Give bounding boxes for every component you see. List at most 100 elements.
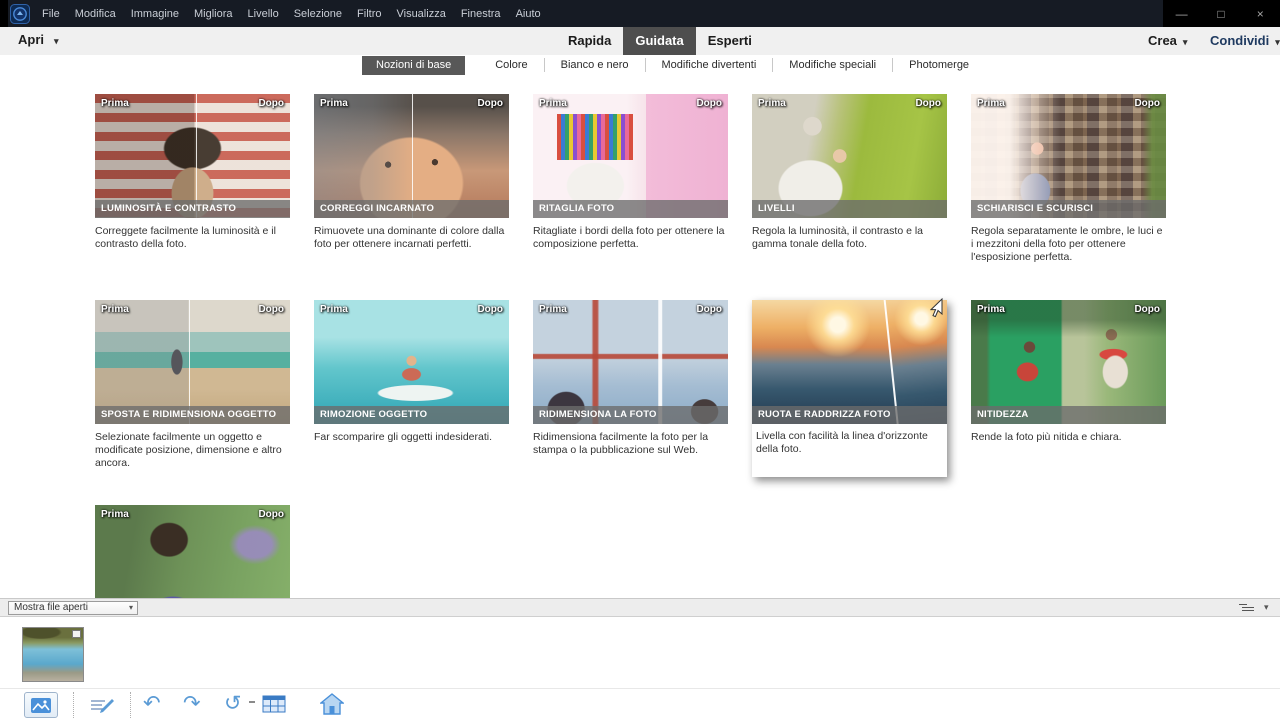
- home-icon: [320, 693, 344, 715]
- card-correggi-incarnato[interactable]: Prima Dopo CORREGGI INCARNATO Rimuovete …: [314, 94, 509, 251]
- guided-category-tabs: Nozioni di base Colore Bianco e nero Mod…: [362, 55, 985, 75]
- tab-esperti[interactable]: Esperti: [696, 27, 764, 55]
- open-file-thumbnail[interactable]: [22, 627, 84, 682]
- toolbar-separator: [73, 692, 74, 718]
- card-title: RIDIMENSIONA LA FOTO: [533, 406, 728, 424]
- menu-modifica[interactable]: Modifica: [75, 8, 116, 20]
- menu-migliora[interactable]: Migliora: [194, 8, 233, 20]
- chevron-down-icon[interactable]: ▾: [1264, 602, 1269, 613]
- card-luminosita-e-contrasto[interactable]: Prima Dopo LUMINOSITÀ E CONTRASTO Correg…: [95, 94, 290, 251]
- menu-items: File Modifica Immagine Migliora Livello …: [42, 8, 541, 20]
- card-thumbnail: Prima Dopo RIDIMENSIONA LA FOTO: [533, 300, 728, 424]
- after-label: Dopo: [1134, 304, 1160, 315]
- after-label: Dopo: [258, 509, 284, 520]
- create-label: Crea: [1148, 33, 1177, 48]
- bin-options-icon[interactable]: [1239, 604, 1254, 613]
- card-description: Regola la luminosità, il contrasto e la …: [752, 225, 924, 250]
- subtab-modifiche-speciali[interactable]: Modifiche speciali: [772, 58, 892, 72]
- tab-guidata[interactable]: Guidata: [623, 27, 696, 55]
- undo-button[interactable]: ↶: [143, 693, 161, 714]
- chevron-down-icon: ▾: [128, 603, 133, 612]
- home-button[interactable]: [320, 693, 344, 715]
- menu-visualizza[interactable]: Visualizza: [396, 8, 445, 20]
- rotate-dropdown-icon[interactable]: [249, 701, 255, 703]
- organizer-button[interactable]: [262, 695, 286, 713]
- menu-aiuto[interactable]: Aiuto: [516, 8, 541, 20]
- card-thumbnail: Prima Dopo LIVELLI: [752, 94, 947, 218]
- tab-rapida[interactable]: Rapida: [556, 27, 623, 55]
- create-button[interactable]: Crea ▾: [1148, 33, 1187, 48]
- card-thumbnail: Prima Dopo SCHIARISCI E SCURISCI: [971, 94, 1166, 218]
- card-livelli[interactable]: Prima Dopo LIVELLI Regola la luminosità,…: [752, 94, 947, 251]
- card-description: Correggete facilmente la luminosità e il…: [95, 225, 276, 250]
- card-nitidezza[interactable]: Prima Dopo NITIDEZZA Rende la foto più n…: [971, 300, 1166, 444]
- card-title: CORREGGI INCARNATO: [314, 200, 509, 218]
- menu-file[interactable]: File: [42, 8, 60, 20]
- card-title: SPOSTA E RIDIMENSIONA OGGETTO: [95, 406, 290, 424]
- subtab-nozioni-di-base[interactable]: Nozioni di base: [362, 55, 466, 75]
- card-title: SCHIARISCI E SCURISCI: [971, 200, 1166, 218]
- redo-icon: ↷: [183, 692, 201, 715]
- card-title: RUOTA E RADDRIZZA FOTO: [752, 406, 947, 424]
- card-description: Selezionate facilmente un oggetto e modi…: [95, 431, 282, 469]
- menu-livello[interactable]: Livello: [248, 8, 279, 20]
- card-ruota-e-raddrizza-foto[interactable]: RUOTA E RADDRIZZA FOTO Livella con facil…: [752, 300, 947, 477]
- organizer-icon: [262, 695, 286, 713]
- card-ridimensiona-la-foto[interactable]: Prima Dopo RIDIMENSIONA LA FOTO Ridimens…: [533, 300, 728, 457]
- card-ritaglia-foto[interactable]: Prima Dopo RITAGLIA FOTO Ritagliate i bo…: [533, 94, 728, 251]
- menu-filtro[interactable]: Filtro: [357, 8, 381, 20]
- photo-bin-icon: [31, 697, 51, 713]
- subtab-photomerge[interactable]: Photomerge: [892, 58, 985, 72]
- share-label: Condividi: [1210, 33, 1270, 48]
- top-tab-bar: Apri ▾ Rapida Guidata Esperti Crea ▾ Condi…: [0, 27, 1280, 55]
- minimize-button[interactable]: —: [1167, 7, 1197, 21]
- menu-immagine[interactable]: Immagine: [131, 8, 179, 20]
- redo-button[interactable]: ↷: [183, 693, 201, 714]
- after-label: Dopo: [477, 98, 503, 109]
- menu-selezione[interactable]: Selezione: [294, 8, 342, 20]
- bottom-toolbar: ↶ ↷ ↺: [0, 688, 1280, 720]
- card-title: LIVELLI: [752, 200, 947, 218]
- chevron-down-icon: ▾: [54, 36, 59, 46]
- card-thumbnail: Prima Dopo CORREGGI INCARNATO: [314, 94, 509, 218]
- card-title: RIMOZIONE OGGETTO: [314, 406, 509, 424]
- card-description: Far scomparire gli oggetti indesiderati.: [314, 431, 492, 443]
- maximize-button[interactable]: □: [1206, 7, 1236, 21]
- subtab-bianco-e-nero[interactable]: Bianco e nero: [543, 58, 645, 72]
- card-schiarisci-e-scurisci[interactable]: Prima Dopo SCHIARISCI E SCURISCI Regola …: [971, 94, 1166, 264]
- card-rimozione-oggetto[interactable]: Prima Dopo RIMOZIONE OGGETTO Far scompar…: [314, 300, 509, 444]
- card-title: RITAGLIA FOTO: [533, 200, 728, 218]
- before-label: Prima: [101, 509, 129, 520]
- menu-finestra[interactable]: Finestra: [461, 8, 501, 20]
- before-label: Prima: [539, 98, 567, 109]
- open-button[interactable]: Apri ▾: [18, 32, 59, 47]
- dropdown-label: Mostra file aperti: [14, 602, 88, 613]
- card-thumbnail: Prima Dopo RIMOZIONE OGGETTO: [314, 300, 509, 424]
- toolbar-separator: [130, 692, 131, 718]
- rotate-button[interactable]: ↺: [224, 693, 242, 714]
- after-label: Dopo: [696, 98, 722, 109]
- subtab-colore[interactable]: Colore: [479, 58, 543, 72]
- mode-tabs: Rapida Guidata Esperti: [556, 27, 764, 55]
- card-thumbnail: Prima Dopo NITIDEZZA: [971, 300, 1166, 424]
- share-button[interactable]: Condividi ▾: [1210, 33, 1280, 48]
- card-thumbnail: RUOTA E RADDRIZZA FOTO: [752, 300, 947, 424]
- before-label: Prima: [320, 98, 348, 109]
- before-label: Prima: [758, 98, 786, 109]
- card-sposta-e-ridimensiona-oggetto[interactable]: Prima Dopo SPOSTA E RIDIMENSIONA OGGETTO…: [95, 300, 290, 470]
- card-description: Livella con facilità la linea d'orizzont…: [756, 430, 928, 455]
- photo-bin-button[interactable]: [24, 692, 58, 718]
- undo-icon: ↶: [143, 692, 161, 715]
- before-label: Prima: [977, 98, 1005, 109]
- show-open-files-dropdown[interactable]: Mostra file aperti ▾: [8, 601, 138, 615]
- after-label: Dopo: [258, 304, 284, 315]
- tool-options-button[interactable]: [88, 695, 116, 715]
- card-title: LUMINOSITÀ E CONTRASTO: [95, 200, 290, 218]
- card-description: Rende la foto più nitida e chiara.: [971, 431, 1122, 443]
- card-description: Rimuovete una dominante di colore dalla …: [314, 225, 505, 250]
- subtab-modifiche-divertenti[interactable]: Modifiche divertenti: [644, 58, 773, 72]
- before-label: Prima: [320, 304, 348, 315]
- close-button[interactable]: ×: [1245, 7, 1275, 21]
- app-logo-icon: [10, 3, 30, 24]
- before-label: Prima: [101, 304, 129, 315]
